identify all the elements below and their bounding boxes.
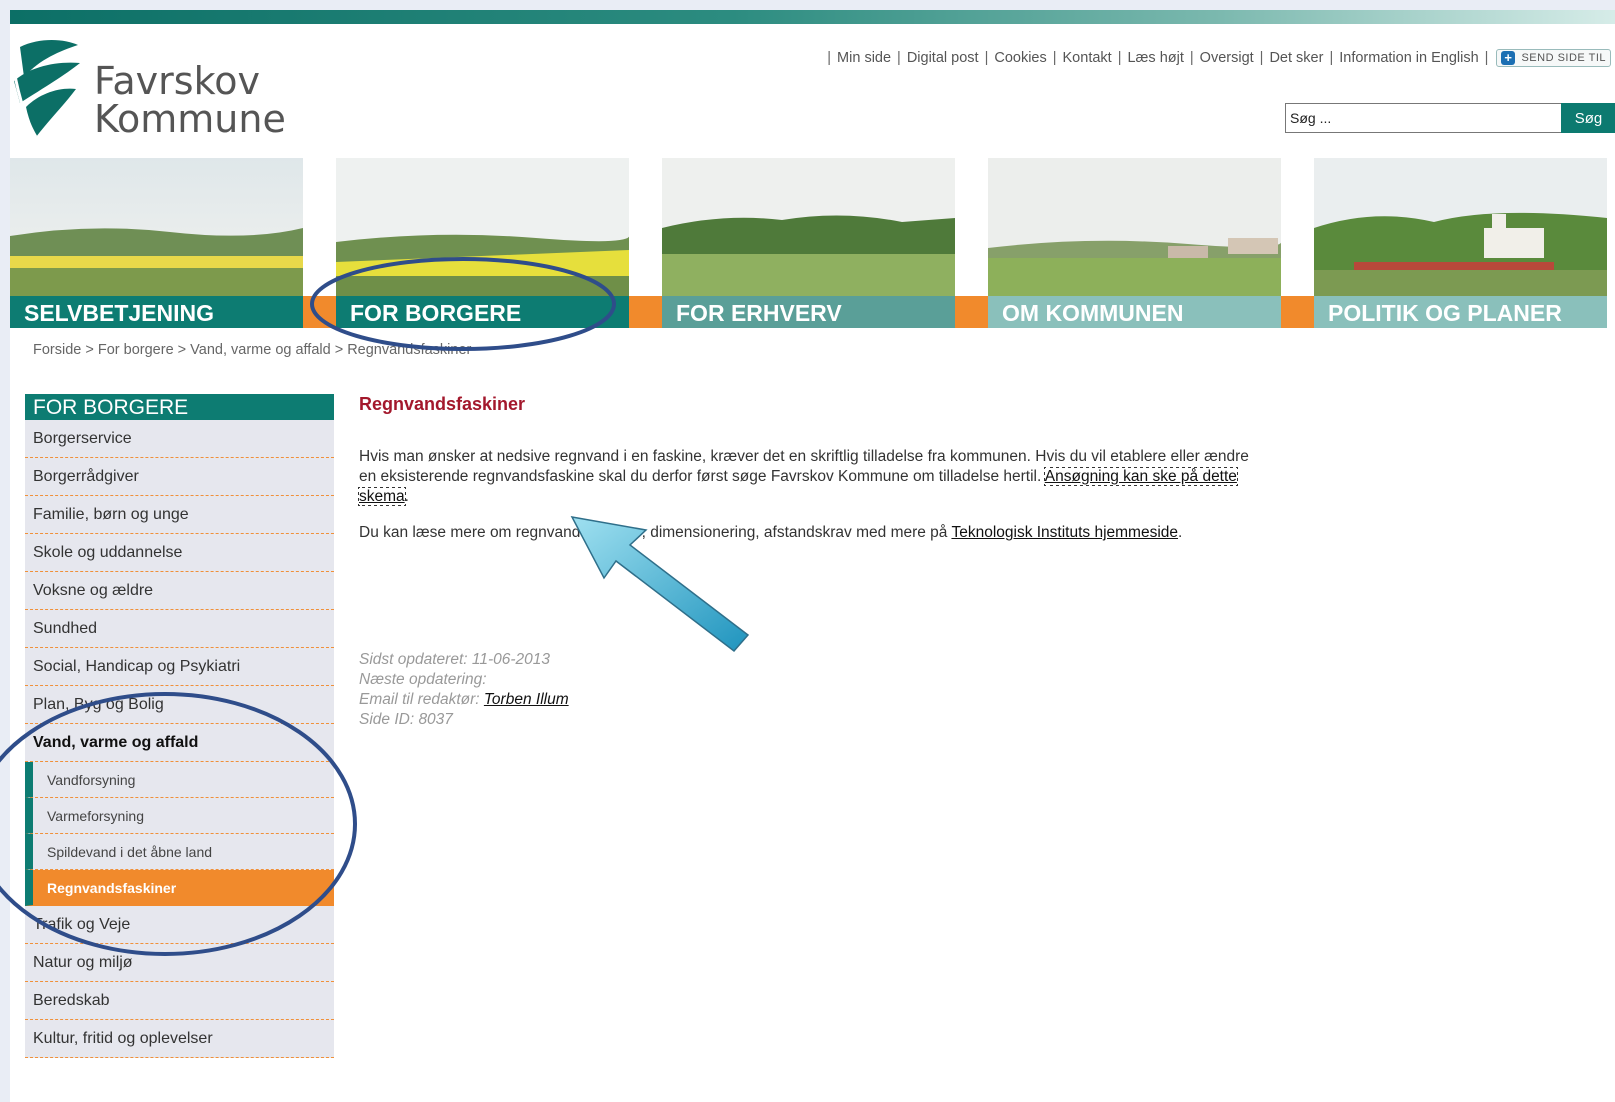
sidebar-subitem-vandforsyning[interactable]: Vandforsyning (25, 762, 334, 798)
landscape-photo (988, 158, 1281, 296)
sidebar-item-vand-varme-affald[interactable]: Vand, varme og affald (25, 724, 334, 762)
nav-tile-selvbetjening[interactable]: SELVBETJENING (10, 158, 303, 330)
page-meta: Sidst opdateret: 11-06-2013 Næste opdate… (359, 650, 569, 730)
sidebar-item-social[interactable]: Social, Handicap og Psykiatri (25, 648, 334, 686)
nav-label-politik-og-planer: POLITIK OG PLANER (1314, 296, 1607, 328)
landscape-photo (10, 158, 303, 296)
send-page-button[interactable]: + SEND SIDE TIL (1496, 49, 1611, 67)
sidebar-item-beredskab[interactable]: Beredskab (25, 982, 334, 1020)
send-page-label: SEND SIDE TIL (1521, 52, 1606, 64)
link-cookies[interactable]: Cookies (994, 50, 1046, 66)
more-info-text: Du kan læse mere om regnvandsfaskiner, d… (359, 524, 952, 541)
intro-end: . (404, 488, 409, 505)
page-title: Regnvandsfaskiner (359, 394, 526, 414)
top-color-bar (10, 10, 1615, 24)
nav-tile-for-erhverv[interactable]: FOR ERHVERV (662, 158, 955, 330)
sidebar-item-borgerservice[interactable]: Borgerservice (25, 420, 334, 458)
teknologisk-institut-link[interactable]: Teknologisk Instituts hjemmeside (951, 524, 1178, 541)
intro-paragraph: Hvis man ønsker at nedsive regnvand i en… (358, 447, 1259, 507)
breadcrumb-text[interactable]: Forside > For borgere > Vand, varme og a… (33, 342, 471, 358)
nav-label-om-kommunen: OM KOMMUNEN (988, 296, 1281, 328)
nav-divider (1281, 296, 1314, 328)
more-info-end: . (1178, 524, 1183, 541)
link-digital-post[interactable]: Digital post (907, 50, 979, 66)
sidebar-subitem-regnvandsfaskiner[interactable]: Regnvandsfaskiner (25, 870, 334, 906)
sidebar-item-plan-byg-bolig[interactable]: Plan, Byg og Bolig (25, 686, 334, 724)
landscape-photo (336, 158, 629, 296)
nav-divider (629, 296, 662, 328)
sidebar-item-familie[interactable]: Familie, børn og unge (25, 496, 334, 534)
nav-tile-for-borgere[interactable]: FOR BORGERE (336, 158, 629, 330)
link-laes-hoejt[interactable]: Læs højt (1127, 50, 1183, 66)
sidebar-item-skole[interactable]: Skole og uddannelse (25, 534, 334, 572)
main-content: Regnvandsfaskiner Hvis man ønsker at ned… (358, 394, 1259, 559)
sidebar-subitem-spildevand[interactable]: Spildevand i det åbne land (25, 834, 334, 870)
nav-tile-politik-og-planer[interactable]: POLITIK OG PLANER (1314, 158, 1607, 330)
sidebar-nav: FOR BORGERE Borgerservice Borgerrådgiver… (25, 394, 334, 1058)
nav-tile-om-kommunen[interactable]: OM KOMMUNEN (988, 158, 1281, 330)
logo-leaf-icon (10, 40, 80, 137)
link-min-side[interactable]: Min side (837, 50, 891, 66)
editor-line: Email til redaktør: Torben Illum (359, 690, 569, 710)
nav-label-selvbetjening: SELVBETJENING (10, 296, 303, 328)
search-form: Søg (1285, 103, 1615, 133)
breadcrumb: Forside > For borgere > Vand, varme og a… (33, 342, 471, 358)
sidebar-item-voksne[interactable]: Voksne og ældre (25, 572, 334, 610)
nav-divider (303, 296, 336, 328)
link-det-sker[interactable]: Det sker (1269, 50, 1323, 66)
sidebar-header[interactable]: FOR BORGERE (25, 394, 334, 420)
last-updated: Sidst opdateret: 11-06-2013 (359, 651, 551, 668)
utility-links: | Min side | Digital post | Cookies | Konta… (821, 46, 1611, 70)
link-kontakt[interactable]: Kontakt (1063, 50, 1112, 66)
search-input[interactable] (1285, 103, 1561, 133)
link-information-in-english[interactable]: Information in English (1339, 50, 1478, 66)
page-id: Side ID: 8037 (359, 711, 453, 728)
page: Favrskov Kommune | Min side | Digital pos… (10, 10, 1615, 1102)
editor-email-link[interactable]: Torben Illum (484, 691, 569, 708)
sidebar-item-sundhed[interactable]: Sundhed (25, 610, 334, 648)
next-update: Næste opdatering: (359, 671, 487, 688)
search-button[interactable]: Søg (1561, 103, 1615, 133)
nav-divider (955, 296, 988, 328)
landscape-photo (1314, 158, 1607, 296)
nav-label-for-erhverv: FOR ERHVERV (662, 296, 955, 328)
landscape-photo (662, 158, 955, 296)
more-info-paragraph: Du kan læse mere om regnvandsfaskiner, d… (359, 523, 1259, 543)
sidebar-item-kultur[interactable]: Kultur, fritid og oplevelser (25, 1020, 334, 1058)
logo-text-kommune: Kommune (94, 97, 286, 141)
sidebar-item-borgerraadgiver[interactable]: Borgerrådgiver (25, 458, 334, 496)
sidebar-item-trafik-veje[interactable]: Trafik og Veje (25, 906, 334, 944)
favrskov-logo[interactable]: Favrskov Kommune (10, 37, 286, 147)
sidebar-item-natur-miljoe[interactable]: Natur og miljø (25, 944, 334, 982)
sidebar-subitem-varmeforsyning[interactable]: Varmeforsyning (25, 798, 334, 834)
plus-icon: + (1501, 51, 1516, 65)
link-oversigt[interactable]: Oversigt (1200, 50, 1254, 66)
nav-label-for-borgere: FOR BORGERE (336, 296, 629, 328)
email-label: Email til redaktør: (359, 691, 484, 708)
